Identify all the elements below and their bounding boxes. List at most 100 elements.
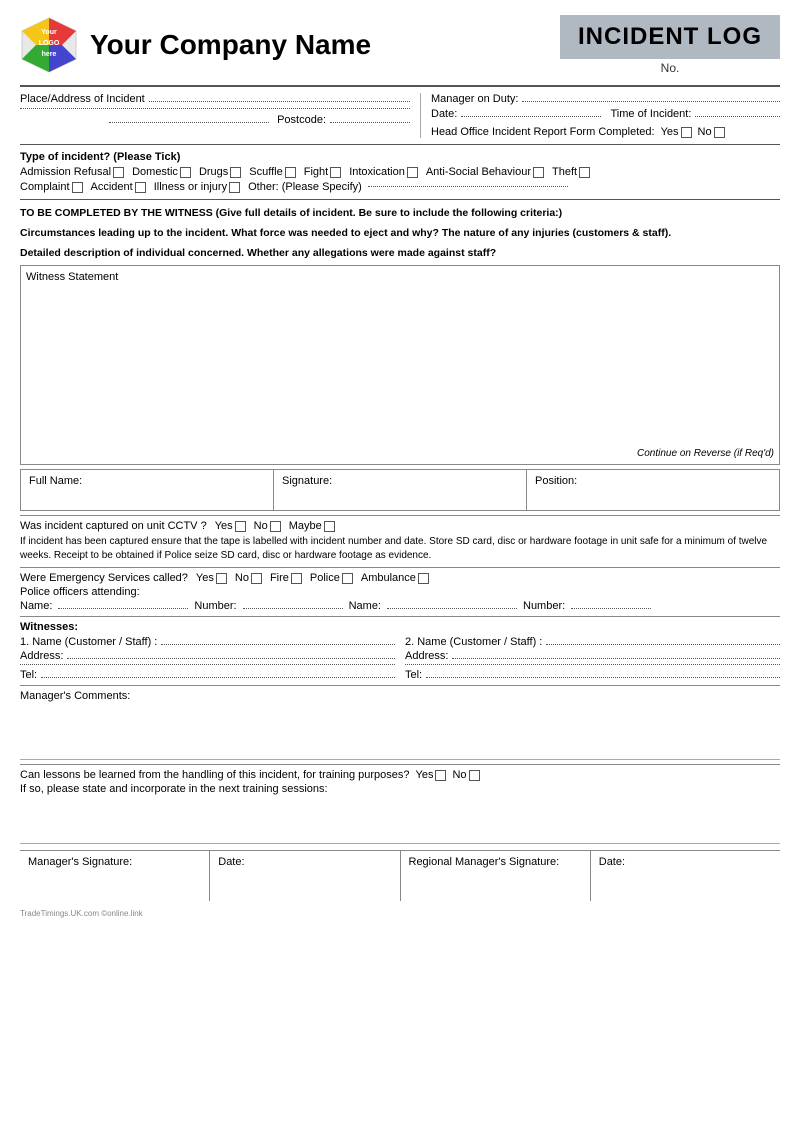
emerg-fire-checkbox[interactable]	[291, 573, 302, 584]
address2-cont-col	[405, 664, 780, 667]
address2-cont-field	[405, 664, 780, 665]
instructions-line3: Detailed description of individual conce…	[20, 246, 780, 262]
no-checkbox[interactable]	[714, 127, 725, 138]
theft-label: Theft	[552, 166, 577, 178]
company-name: Your Company Name	[90, 29, 371, 61]
time-row: Time of Incident:	[611, 108, 781, 120]
address-row: Address: Address:	[20, 650, 780, 662]
manager-label: Manager on Duty:	[431, 93, 518, 105]
admission-refusal-checkbox[interactable]	[113, 167, 124, 178]
address-manager-section: Place/Address of Incident Postcode: Mana…	[20, 93, 780, 138]
manager-comments-section: Manager's Comments:	[20, 685, 780, 760]
cctv-maybe-label: Maybe	[289, 520, 322, 532]
theft-checkbox[interactable]	[579, 167, 590, 178]
training-no-checkbox[interactable]	[469, 770, 480, 781]
header-left: Your LOGO here Your Company Name	[20, 16, 371, 74]
incident-log-box-inner: INCIDENT LOG	[560, 15, 780, 59]
drugs-checkbox[interactable]	[230, 167, 241, 178]
regional-date-cell: Date:	[591, 851, 780, 901]
date-row: Date:	[431, 108, 601, 120]
witness2-name-col: 2. Name (Customer / Staff) :	[405, 636, 780, 648]
full-name-cell: Full Name:	[21, 470, 274, 510]
training-sub-text: If so, please state and incorporate in t…	[20, 783, 780, 795]
emerg-no-checkbox[interactable]	[251, 573, 262, 584]
address2-field	[452, 658, 780, 659]
postcode-field	[330, 122, 410, 123]
position-cell: Position:	[527, 470, 779, 510]
fight-checkbox[interactable]	[330, 167, 341, 178]
header: Your LOGO here Your Company Name INCIDEN…	[20, 15, 780, 75]
yes-label: Yes	[661, 126, 679, 138]
emerg-yes-checkbox[interactable]	[216, 573, 227, 584]
manager-field	[522, 101, 780, 102]
tel1-col: Tel:	[20, 669, 405, 681]
tel1-row: Tel:	[20, 669, 395, 681]
emergency-section: Were Emergency Services called? Yes No F…	[20, 567, 780, 612]
postcode-label: Postcode:	[277, 114, 326, 126]
manager-sig-cell: Manager's Signature:	[20, 851, 210, 901]
scuffle-item: Scuffle	[249, 166, 295, 178]
anti-social-label: Anti-Social Behaviour	[426, 166, 531, 178]
witnesses-section: Witnesses: 1. Name (Customer / Staff) : …	[20, 616, 780, 681]
accident-checkbox[interactable]	[135, 182, 146, 193]
witness-name-row: 1. Name (Customer / Staff) : 2. Name (Cu…	[20, 636, 780, 648]
emergency-row: Were Emergency Services called? Yes No F…	[20, 572, 780, 584]
cctv-no-checkbox[interactable]	[270, 521, 281, 532]
witness1-name-field	[161, 644, 395, 645]
domestic-item: Domestic	[132, 166, 191, 178]
training-question: Can lessons be learned from the handling…	[20, 769, 410, 781]
training-yes-checkbox[interactable]	[435, 770, 446, 781]
intoxication-checkbox[interactable]	[407, 167, 418, 178]
domestic-checkbox[interactable]	[180, 167, 191, 178]
address-line2	[20, 108, 410, 109]
training-box[interactable]	[20, 799, 780, 844]
address1-row: Address:	[20, 650, 395, 662]
training-yes-item: Yes	[416, 769, 447, 781]
number2-field	[571, 608, 651, 609]
address2-col: Address:	[405, 650, 780, 662]
number2-label: Number:	[523, 600, 565, 612]
continue-text: Continue on Reverse (if Req'd)	[26, 448, 774, 459]
complaint-checkbox[interactable]	[72, 182, 83, 193]
witness-instructions: TO BE COMPLETED BY THE WITNESS (Give ful…	[20, 206, 780, 261]
emerg-police-checkbox[interactable]	[342, 573, 353, 584]
witness-statement-area[interactable]	[26, 286, 774, 446]
address-cont-row	[20, 664, 780, 667]
logo: Your LOGO here	[20, 16, 78, 74]
yes-checkbox-item: Yes	[661, 126, 692, 138]
manager-row: Manager on Duty:	[431, 93, 780, 105]
cctv-no-item: No	[254, 520, 281, 532]
manager-comments-box[interactable]	[20, 705, 780, 760]
place-label: Place/Address of Incident	[20, 93, 145, 105]
witness1-name-label: 1. Name (Customer / Staff) :	[20, 636, 157, 648]
page: Your LOGO here Your Company Name INCIDEN…	[0, 0, 800, 1131]
intoxication-label: Intoxication	[349, 166, 405, 178]
emerg-yes-item: Yes	[196, 572, 227, 584]
head-office-row: Head Office Incident Report Form Complet…	[431, 126, 780, 138]
training-row: Can lessons be learned from the handling…	[20, 769, 780, 781]
scuffle-checkbox[interactable]	[285, 167, 296, 178]
address1-field	[67, 658, 395, 659]
drugs-item: Drugs	[199, 166, 241, 178]
number1-label: Number:	[194, 600, 236, 612]
emerg-ambulance-label: Ambulance	[361, 572, 416, 584]
emerg-no-item: No	[235, 572, 262, 584]
anti-social-checkbox[interactable]	[533, 167, 544, 178]
cctv-maybe-checkbox[interactable]	[324, 521, 335, 532]
name1-field	[58, 608, 188, 609]
regional-date-label: Date:	[599, 856, 625, 868]
final-signatures: Manager's Signature: Date: Regional Mana…	[20, 850, 780, 901]
cctv-yes-checkbox[interactable]	[235, 521, 246, 532]
address1-cont-field	[20, 664, 395, 665]
footer: TradeTimings.UK.com ©online.link	[20, 909, 780, 918]
tel2-field	[426, 677, 780, 678]
manager-col: Manager on Duty: Date: Time of Incident:…	[420, 93, 780, 138]
full-name-label: Full Name:	[29, 475, 82, 487]
accident-item: Accident	[91, 181, 146, 193]
emerg-ambulance-checkbox[interactable]	[418, 573, 429, 584]
illness-checkbox[interactable]	[229, 182, 240, 193]
instructions-line2: Circumstances leading up to the incident…	[20, 226, 780, 242]
yes-checkbox[interactable]	[681, 127, 692, 138]
cctv-yes-item: Yes	[215, 520, 246, 532]
witness2-name-label: 2. Name (Customer / Staff) :	[405, 636, 542, 648]
